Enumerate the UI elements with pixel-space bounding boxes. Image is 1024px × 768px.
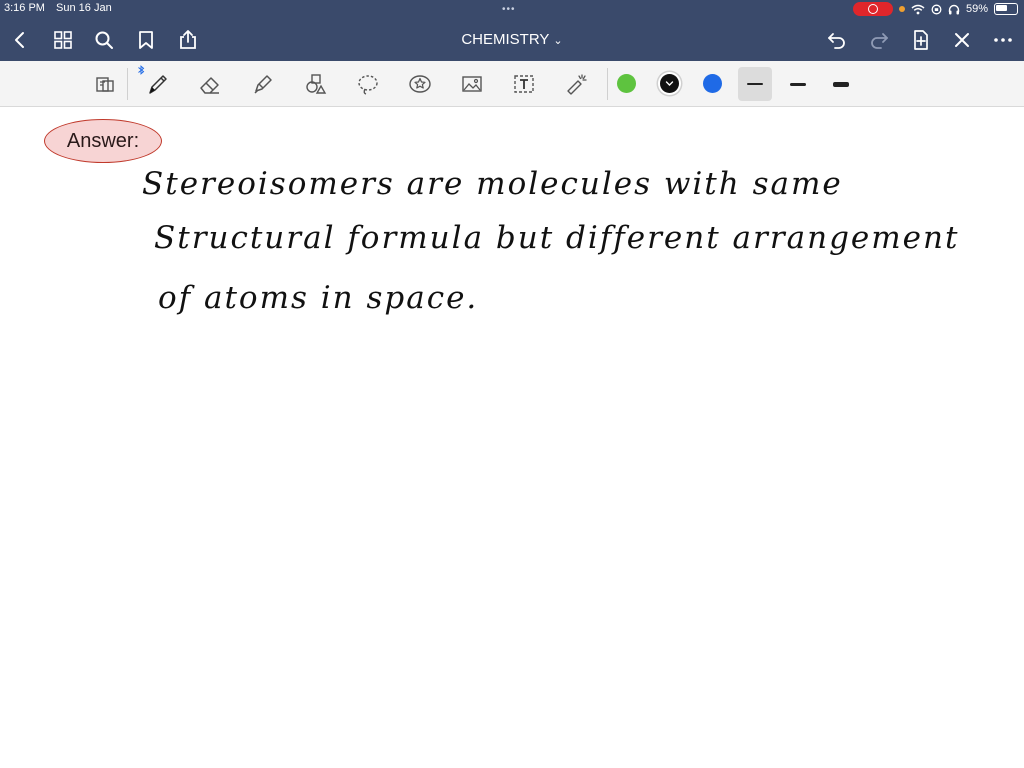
document-title-text: CHEMISTRY: [461, 31, 550, 48]
add-page-icon[interactable]: [909, 28, 933, 52]
color-swatch-green[interactable]: [617, 74, 636, 93]
mic-indicator-icon: [898, 6, 905, 12]
laser-pointer-icon[interactable]: [562, 70, 590, 98]
eraser-icon[interactable]: [196, 70, 224, 98]
shapes-icon[interactable]: [301, 70, 329, 98]
sticker-icon[interactable]: [406, 70, 434, 98]
top-bar: 3:16 PM Sun 16 Jan ••• 59% CHEMISTRY ⌄: [0, 0, 1024, 61]
stroke-width-medium[interactable]: [781, 67, 815, 101]
answer-label-text: Answer:: [66, 129, 140, 152]
status-bar-right: 59%: [852, 2, 1018, 16]
share-icon[interactable]: [176, 28, 200, 52]
status-time: 3:16 PM: [4, 2, 45, 14]
read-mode-icon[interactable]: [91, 70, 119, 98]
image-icon[interactable]: [458, 70, 486, 98]
answer-label: Answer:: [44, 119, 162, 163]
wifi-icon: [911, 4, 925, 14]
search-icon[interactable]: [92, 28, 116, 52]
lock-rotation-icon: [931, 4, 942, 14]
stroke-width-thin[interactable]: [738, 67, 772, 101]
chevron-down-icon: ⌄: [553, 35, 563, 47]
stroke-width-thick[interactable]: [824, 67, 858, 101]
back-icon[interactable]: [8, 28, 32, 52]
battery-icon: [994, 3, 1018, 15]
chevron-down-icon: [665, 81, 674, 86]
lasso-icon[interactable]: [354, 70, 382, 98]
pen-icon[interactable]: [144, 70, 172, 98]
text-icon[interactable]: [510, 70, 538, 98]
bookmark-icon[interactable]: [134, 28, 158, 52]
pen-toolbar: [0, 61, 1024, 107]
color-swatch-blue[interactable]: [703, 74, 722, 93]
headphones-icon: [948, 4, 960, 14]
status-date: Sun 16 Jan: [56, 2, 112, 14]
highlighter-icon[interactable]: [249, 70, 277, 98]
handwritten-line-3: of atoms in space.: [158, 280, 479, 316]
toolbar-divider: [127, 68, 128, 100]
status-bar-left: 3:16 PM Sun 16 Jan: [4, 2, 112, 14]
handwritten-line-1: Stereoisomers are molecules with same: [142, 166, 843, 202]
close-icon[interactable]: [950, 28, 974, 52]
handwritten-line-2: Structural formula but different arrange…: [154, 220, 960, 256]
multitasking-dots[interactable]: •••: [502, 4, 516, 15]
undo-icon[interactable]: [825, 28, 849, 52]
toolbar-divider: [607, 68, 608, 100]
color-swatch-black[interactable]: [660, 74, 679, 93]
redo-icon[interactable]: [867, 28, 891, 52]
more-icon[interactable]: [991, 28, 1015, 52]
battery-percent: 59%: [965, 3, 988, 15]
grid-icon[interactable]: [51, 28, 75, 52]
record-icon[interactable]: [852, 2, 893, 16]
